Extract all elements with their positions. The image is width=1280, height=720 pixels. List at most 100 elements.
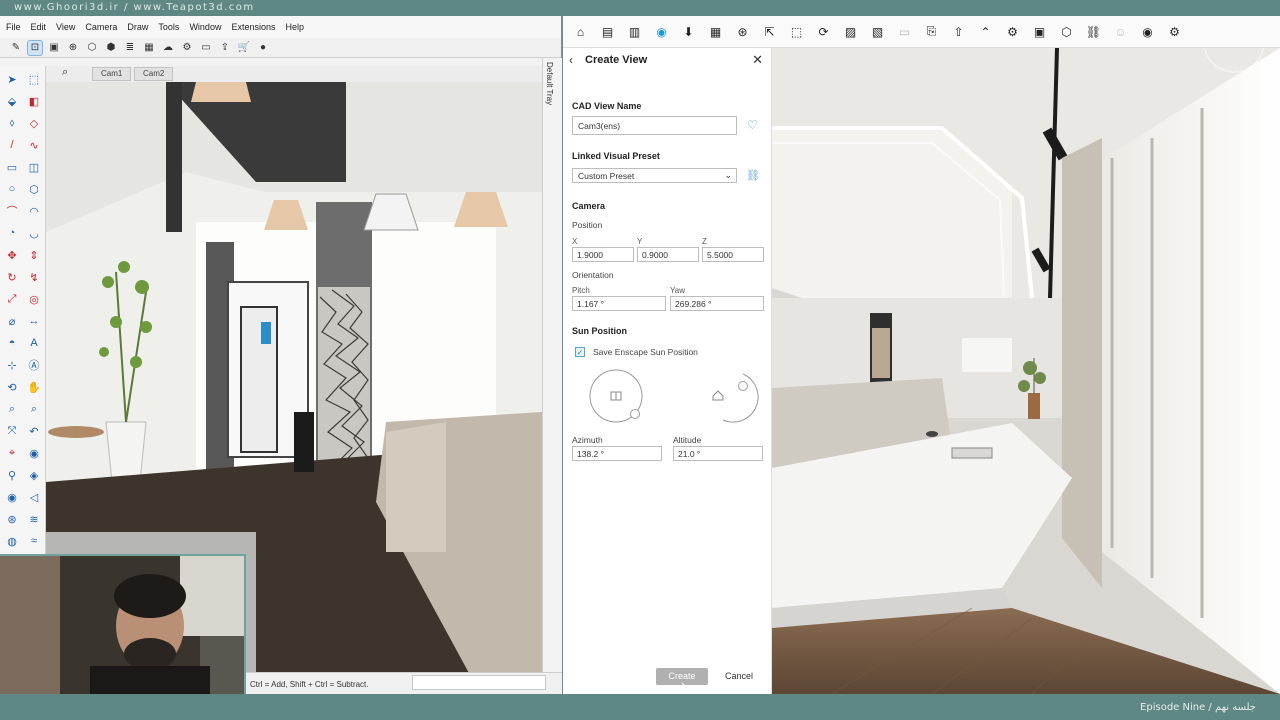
document-icon[interactable]: ▤	[596, 21, 619, 43]
circle-icon[interactable]: ○	[1, 178, 23, 200]
sandbox-2-icon[interactable]: ≈	[23, 530, 45, 552]
azimuth-dial[interactable]	[583, 366, 643, 426]
zoom-window-icon[interactable]: ⌕	[23, 398, 45, 420]
axes-icon[interactable]: ⊹	[1, 354, 23, 376]
pencil-icon[interactable]: /	[1, 134, 23, 156]
rotate-icon[interactable]: ↻	[1, 266, 23, 288]
screenshot-icon[interactable]: ⬚	[785, 21, 808, 43]
move-icon[interactable]: ⊕	[65, 40, 81, 56]
orbit-icon[interactable]: ⟲	[1, 376, 23, 398]
export-icon[interactable]: ⇪	[217, 40, 233, 56]
arc-3-icon[interactable]: ◡	[23, 222, 45, 244]
dimension-icon[interactable]: ↔	[23, 310, 45, 332]
arc-icon[interactable]: ⌒	[1, 200, 23, 222]
scene-tab-cam2[interactable]: Cam2	[134, 67, 174, 81]
push-pull-tool-icon[interactable]: ⇕	[23, 244, 45, 266]
search-icon[interactable]: ⌕	[62, 66, 68, 79]
offset-icon[interactable]: ◎	[23, 288, 45, 310]
move-tool-icon[interactable]: ✥	[1, 244, 23, 266]
cart-icon[interactable]: 🛒	[236, 40, 252, 56]
eye-icon[interactable]: ◉	[1, 486, 23, 508]
asset-library-icon[interactable]: ▣	[1028, 21, 1051, 43]
pitch-input[interactable]: 1.167 °	[572, 296, 666, 311]
menu-view[interactable]: View	[56, 22, 75, 32]
tag-icon[interactable]: ⬨	[1, 112, 23, 134]
batch-render-icon[interactable]: ▧	[866, 21, 889, 43]
paint-icon[interactable]: ✎	[8, 40, 24, 56]
globe-icon[interactable]: ⊛	[1, 508, 23, 530]
look-around-icon[interactable]: ◉	[23, 442, 45, 464]
upload-icon[interactable]: ⇧	[947, 21, 970, 43]
close-icon[interactable]: ✕	[752, 52, 763, 68]
layers-icon[interactable]: ≣	[122, 40, 138, 56]
layers-tool-icon[interactable]: ≋	[23, 508, 45, 530]
zoom-extents-icon[interactable]: ⤧	[1, 420, 23, 442]
menu-draw[interactable]: Draw	[127, 22, 148, 32]
zoom-icon[interactable]: ⌕	[1, 398, 23, 420]
user-settings-icon[interactable]: ☺	[1109, 21, 1132, 43]
position-x-input[interactable]: 1.9000	[572, 247, 634, 262]
chevron-up-icon[interactable]: ⌃	[974, 21, 997, 43]
paint-bucket-icon[interactable]: ⬙	[1, 90, 23, 112]
render-viewport[interactable]: GHOORI	[772, 48, 1280, 694]
back-chevron-icon[interactable]: ‹	[569, 53, 573, 67]
protractor-icon[interactable]: ◓	[1, 332, 23, 354]
pattern-icon[interactable]: ▦	[141, 40, 157, 56]
menu-tools[interactable]: Tools	[158, 22, 179, 32]
walk-icon[interactable]: ⚲	[1, 464, 23, 486]
gear-icon[interactable]: ⚙	[179, 40, 195, 56]
building-icon[interactable]: ▦	[704, 21, 727, 43]
sync-icon[interactable]: ⟳	[812, 21, 835, 43]
select-icon[interactable]: ⊡	[27, 39, 43, 56]
sphere-icon[interactable]: ⊛	[731, 21, 754, 43]
yaw-input[interactable]: 269.286 °	[670, 296, 764, 311]
altitude-dial[interactable]	[703, 366, 763, 426]
export-file-icon[interactable]: ⇱	[758, 21, 781, 43]
cad-view-name-input[interactable]: Cam3(ens)	[572, 116, 737, 135]
tape-icon[interactable]: ⌀	[1, 310, 23, 332]
section-icon[interactable]: ◈	[23, 464, 45, 486]
link-model-icon[interactable]: ⛓	[1082, 21, 1105, 43]
polygon-icon[interactable]: ⬡	[23, 178, 45, 200]
select-tool-icon[interactable]: ➤	[1, 68, 23, 90]
position-y-input[interactable]: 0.9000	[637, 247, 699, 262]
marker-icon[interactable]: ◇	[23, 112, 45, 134]
camera-icon[interactable]: ▣	[46, 40, 62, 56]
shield-icon[interactable]: ⬢	[103, 40, 119, 56]
file-export-icon[interactable]: ⎘	[920, 21, 943, 43]
menu-camera[interactable]: Camera	[85, 22, 117, 32]
image-icon[interactable]: ▨	[839, 21, 862, 43]
position-z-input[interactable]: 5.5000	[702, 247, 764, 262]
menu-window[interactable]: Window	[189, 22, 221, 32]
menu-edit[interactable]: Edit	[31, 22, 47, 32]
vr-icon[interactable]: ▭	[893, 21, 916, 43]
freehand-icon[interactable]: ∿	[23, 134, 45, 156]
3d-text-icon[interactable]: Ⓐ	[23, 354, 45, 376]
cancel-button[interactable]: Cancel	[725, 671, 753, 681]
menu-help[interactable]: Help	[285, 22, 304, 32]
scene-tab-cam1[interactable]: Cam1	[92, 67, 132, 81]
position-camera-icon[interactable]: ⌖	[1, 442, 23, 464]
home-icon[interactable]: ⌂	[569, 21, 592, 43]
user-icon[interactable]: ●	[255, 40, 271, 56]
default-tray[interactable]: Default Tray	[542, 58, 562, 686]
text-icon[interactable]: A	[23, 332, 45, 354]
altitude-input[interactable]: 21.0 °	[673, 446, 763, 461]
menu-file[interactable]: File	[6, 22, 21, 32]
component-icon[interactable]: ⬚	[23, 68, 45, 90]
azimuth-input[interactable]: 138.2 °	[572, 446, 662, 461]
cube-icon[interactable]: ⬡	[1055, 21, 1078, 43]
measurements-box[interactable]	[412, 675, 546, 690]
gear-settings-icon[interactable]: ⚙	[1163, 21, 1186, 43]
cloud-icon[interactable]: ☁	[160, 40, 176, 56]
rotated-rect-icon[interactable]: ◫	[23, 156, 45, 178]
settings-file-icon[interactable]: ⚙	[1001, 21, 1024, 43]
views-icon[interactable]: ◉	[650, 21, 673, 43]
sandbox-icon[interactable]: ◍	[1, 530, 23, 552]
pan-icon[interactable]: ✋	[23, 376, 45, 398]
menu-extensions[interactable]: Extensions	[231, 22, 275, 32]
linked-preset-select[interactable]: Custom Preset ⌄	[572, 168, 737, 183]
follow-me-icon[interactable]: ↯	[23, 266, 45, 288]
sound-icon[interactable]: ◁	[23, 486, 45, 508]
scale-icon[interactable]: ⤢	[1, 288, 23, 310]
